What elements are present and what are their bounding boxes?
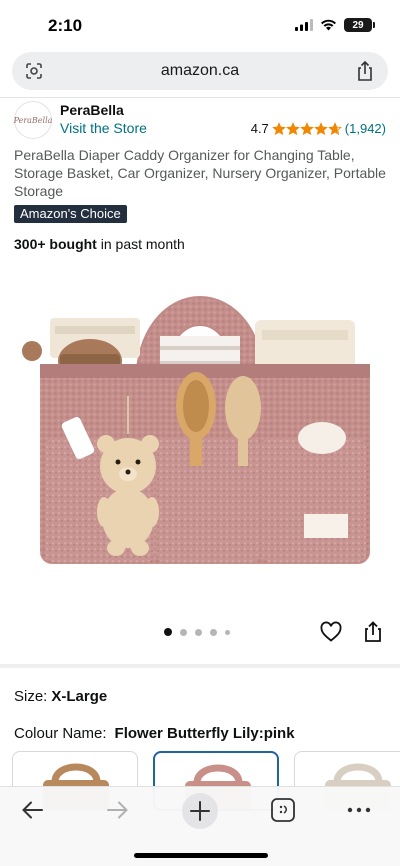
star-icon	[313, 121, 328, 135]
share-icon[interactable]	[356, 60, 374, 82]
colour-selector[interactable]: Colour Name: Flower Butterfly Lily:pink	[14, 725, 295, 742]
size-value: X-Large	[51, 688, 108, 705]
brand-logo[interactable]: PeraBella	[14, 101, 52, 139]
browser-toolbar	[0, 786, 400, 866]
bought-suffix: in past month	[96, 236, 185, 252]
bought-in-past-month: 300+ bought in past month	[14, 236, 185, 252]
brand-name[interactable]: PeraBella	[60, 102, 124, 118]
carousel-dot[interactable]	[164, 628, 172, 636]
brand-logo-text: PeraBella	[13, 115, 53, 125]
home-indicator	[134, 853, 268, 858]
carousel-dot[interactable]	[195, 628, 202, 636]
share-product-icon[interactable]	[362, 620, 384, 644]
plus-icon	[190, 801, 210, 821]
section-divider	[0, 664, 400, 668]
rating-count-link[interactable]: (1,942)	[345, 121, 386, 136]
rating-value: 4.7	[250, 121, 269, 136]
rating[interactable]: 4.7 (1,942)	[251, 121, 386, 136]
wifi-icon	[321, 19, 336, 31]
bought-count: 300+ bought	[14, 236, 97, 252]
colour-value: Flower Butterfly Lily:pink	[114, 725, 295, 742]
product-title: PeraBella Diaper Caddy Organizer for Cha…	[14, 147, 386, 199]
star-icon	[327, 121, 342, 135]
address-bar[interactable]: amazon.ca	[12, 52, 388, 90]
back-arrow-icon[interactable]	[20, 797, 46, 823]
divider	[0, 97, 400, 98]
star-icon	[299, 121, 314, 135]
carousel-indicator[interactable]	[164, 628, 230, 636]
status-time: 2:10	[48, 16, 83, 35]
tabs-icon[interactable]	[270, 797, 296, 823]
colour-label: Colour Name:	[14, 725, 107, 742]
heart-icon[interactable]	[319, 620, 343, 644]
carousel-dot[interactable]	[180, 628, 187, 636]
forward-arrow-icon[interactable]	[104, 797, 130, 823]
status-icons: 29	[295, 18, 375, 32]
url-text[interactable]: amazon.ca	[12, 62, 388, 80]
visit-store-link[interactable]: Visit the Store	[60, 120, 147, 136]
star-rating-icon	[271, 121, 342, 136]
size-selector[interactable]: Size: X-Large	[14, 688, 107, 705]
star-icon	[271, 121, 286, 135]
more-options-icon[interactable]	[346, 797, 372, 823]
product-image[interactable]	[0, 266, 400, 616]
status-bar: 2:10 29	[0, 0, 400, 50]
size-label: Size:	[14, 688, 48, 705]
battery-icon: 29	[344, 18, 375, 32]
new-tab-button[interactable]	[182, 793, 218, 829]
star-icon	[285, 121, 300, 135]
amazons-choice-badge[interactable]: Amazon's Choice	[14, 205, 127, 223]
carousel-dot[interactable]	[210, 628, 217, 636]
carousel-dot[interactable]	[225, 629, 230, 635]
battery-level: 29	[352, 19, 364, 31]
cellular-signal-icon	[295, 19, 313, 31]
